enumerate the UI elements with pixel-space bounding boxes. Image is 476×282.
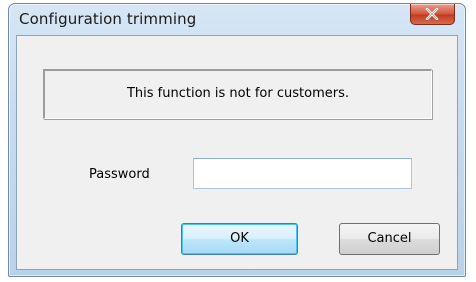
notice-text: This function is not for customers. xyxy=(126,86,349,101)
password-input[interactable] xyxy=(193,158,412,189)
ok-button[interactable]: OK xyxy=(181,223,298,255)
dialog-window: Configuration trimming This function is … xyxy=(8,3,466,277)
dialog-body: This function is not for customers. Pass… xyxy=(16,35,458,270)
notice-box: This function is not for customers. xyxy=(43,69,432,119)
cancel-button[interactable]: Cancel xyxy=(339,223,440,255)
close-button[interactable] xyxy=(410,4,455,25)
title-bar[interactable]: Configuration trimming xyxy=(9,4,465,36)
window-title: Configuration trimming xyxy=(19,10,197,28)
close-icon xyxy=(425,8,439,20)
password-label: Password xyxy=(89,167,150,182)
